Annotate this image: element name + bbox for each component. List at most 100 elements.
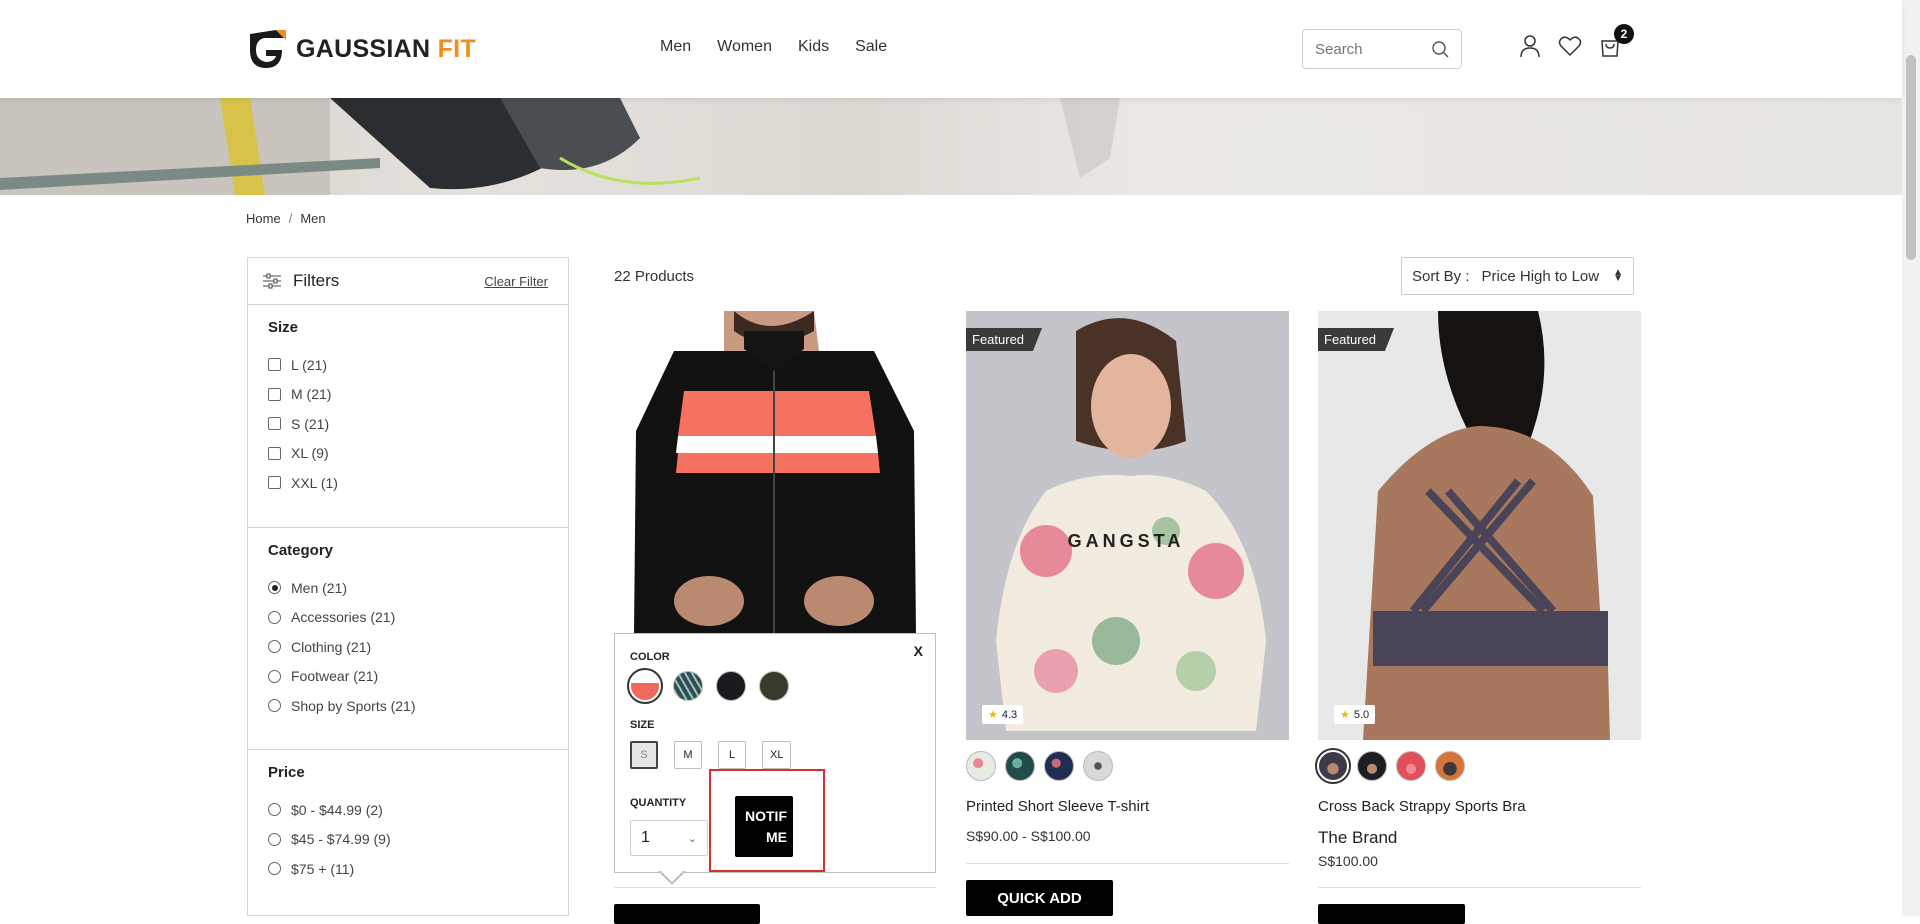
site-logo[interactable]: GAUSSIAN FIT [246,28,476,70]
clear-filter-link[interactable]: Clear Filter [484,274,548,289]
breadcrumb: Home / Men [246,211,326,226]
nav-sale[interactable]: Sale [855,38,887,56]
wishlist-heart-icon[interactable] [1558,34,1582,58]
radio[interactable] [268,669,281,683]
swatch-teal[interactable] [1005,751,1035,781]
category-filter: Category Men (21) Accessories (21) Cloth… [248,528,568,750]
option-label: M (21) [291,386,332,403]
rating-badge: ★ 5.0 [1334,705,1376,724]
page-scrollbar[interactable] [1902,0,1920,916]
search-icon[interactable] [1431,40,1449,58]
nav-men[interactable]: Men [660,38,691,56]
swatch-orange-trim[interactable] [1435,751,1465,781]
card-divider [966,863,1289,864]
chevron-down-icon: ⌄ [687,832,697,845]
size-s-button[interactable]: S [630,741,658,769]
checkbox[interactable] [268,358,281,372]
sports-bra-swatches [1315,748,1465,784]
color-swatch-teal-pattern[interactable] [673,671,703,701]
account-icon[interactable] [1518,34,1542,58]
product-image-tshirt[interactable]: GANGSTA Featured ★ 4.3 [966,311,1289,740]
checkbox[interactable] [268,476,281,490]
size-option-l[interactable]: L (21) [268,350,548,380]
color-swatch-coral[interactable] [627,668,663,704]
rating-value: 5.0 [1353,708,1370,721]
tshirt-photo: GANGSTA [966,311,1289,740]
color-label: COLOR [630,651,670,663]
filter-title: Filters [293,271,340,290]
logo-text: GAUSSIAN FIT [296,34,476,63]
product-name[interactable]: Cross Back Strappy Sports Bra [1318,798,1526,815]
quick-add-button[interactable]: QUICK ADD [966,880,1113,916]
swatch-purple[interactable] [1315,748,1351,784]
size-options: S M L XL [630,741,792,769]
option-label: $45 - $74.99 (9) [291,831,391,848]
radio[interactable] [268,803,281,817]
swatch-grey[interactable] [1083,751,1113,781]
radio[interactable] [268,862,281,876]
price-option-0-44[interactable]: $0 - $44.99 (2) [268,795,548,825]
category-option-footwear[interactable]: Footwear (21) [268,662,548,692]
category-option-clothing[interactable]: Clothing (21) [268,632,548,662]
radio[interactable] [268,610,281,624]
product-count: 22 Products [614,268,695,285]
swatch-black[interactable] [1357,751,1387,781]
radio[interactable] [268,832,281,846]
checkbox[interactable] [268,446,281,460]
size-filter: Size L (21) M (21) S (21) XL (9) XXL (1) [248,305,568,528]
size-xl-button[interactable]: XL [762,741,792,769]
tshirt-print-text: GANGSTA [1068,531,1185,551]
size-option-m[interactable]: M (21) [268,380,548,410]
sort-arrows-icon: ▲ ▼ [1613,267,1623,284]
jacket-photo [614,311,936,633]
search-input[interactable] [1315,40,1425,58]
size-l-button[interactable]: L [718,741,746,769]
size-option-s[interactable]: S (21) [268,409,548,439]
option-label: $0 - $44.99 (2) [291,801,383,818]
option-label: S (21) [291,415,330,432]
price-option-75-plus[interactable]: $75 + (11) [268,854,548,884]
swatch-coral[interactable] [1396,751,1426,781]
product-price: S$100.00 [1318,853,1378,869]
notify-me-button[interactable]: NOTIF ME [735,796,793,857]
size-option-xl[interactable]: XL (9) [268,439,548,469]
sort-dropdown[interactable]: Sort By : Price High to Low ▲ ▼ [1401,257,1634,295]
option-label: Footwear (21) [291,668,379,685]
option-label: XXL (1) [291,474,338,491]
breadcrumb-home[interactable]: Home [246,211,281,226]
radio-selected[interactable] [268,581,281,595]
color-swatch-olive[interactable] [759,671,789,701]
close-popup-button[interactable]: X [914,643,923,659]
category-filter-title: Category [268,542,334,559]
swatch-floral[interactable] [966,751,996,781]
option-label: L (21) [291,356,328,373]
quick-add-button-jacket[interactable] [614,904,760,924]
radio[interactable] [268,640,281,654]
cart-button[interactable]: 2 [1598,24,1634,58]
product-name[interactable]: Printed Short Sleeve T-shirt [966,798,1149,815]
category-option-men[interactable]: Men (21) [268,573,548,603]
radio[interactable] [268,699,281,713]
swatch-navy[interactable] [1044,751,1074,781]
search-box [1302,29,1462,69]
quantity-select[interactable]: 1 ⌄ [630,820,708,856]
sports-bra-photo [1318,311,1641,740]
price-filter: Price $0 - $44.99 (2) $45 - $74.99 (9) $… [248,750,568,916]
category-option-sports[interactable]: Shop by Sports (21) [268,691,548,721]
main-nav: Men Women Kids Sale [660,38,887,56]
quick-add-button-sports-bra[interactable] [1318,904,1465,924]
nav-women[interactable]: Women [717,38,772,56]
product-image-sports-bra[interactable]: Featured ★ 5.0 [1318,311,1641,740]
color-swatch-black[interactable] [716,671,746,701]
product-image-jacket[interactable] [614,311,936,633]
size-option-xxl[interactable]: XXL (1) [268,468,548,498]
nav-kids[interactable]: Kids [798,38,829,56]
checkbox[interactable] [268,417,281,431]
category-option-accessories[interactable]: Accessories (21) [268,603,548,633]
price-option-45-74[interactable]: $45 - $74.99 (9) [268,825,548,855]
logo-mark-icon [250,30,286,68]
checkbox[interactable] [268,387,281,401]
size-m-button[interactable]: M [674,741,702,769]
quantity-value: 1 [641,829,650,846]
scrollbar-thumb[interactable] [1906,55,1916,260]
